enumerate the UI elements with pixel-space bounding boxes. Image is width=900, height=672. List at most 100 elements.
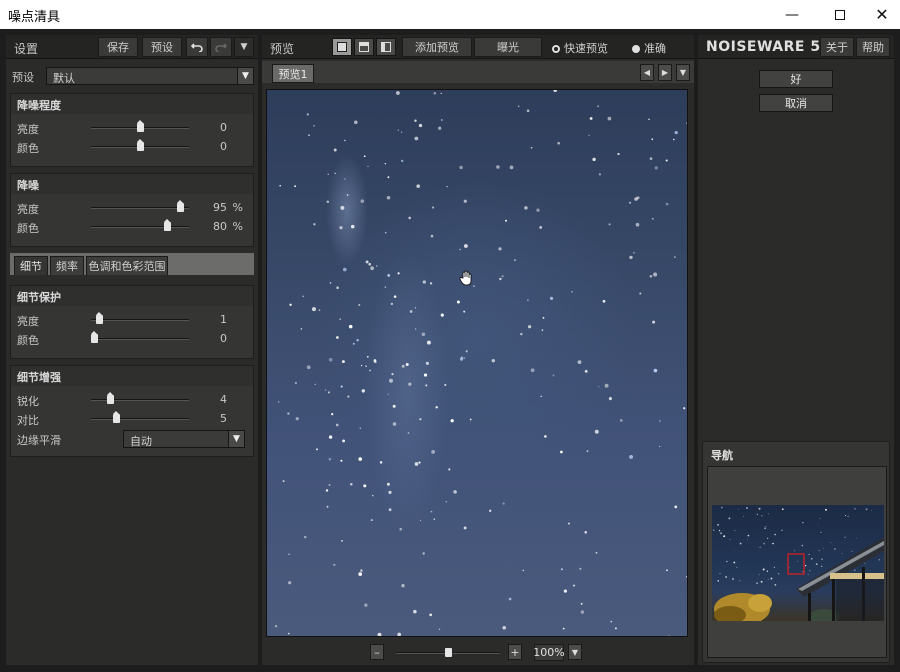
noise-reduction-luminance-slider[interactable] [91,200,189,212]
presets-button[interactable]: 预设 [142,37,182,57]
star [465,350,468,353]
prev-tab-button[interactable]: ◀ [640,64,654,81]
preset-dropdown[interactable]: 默认 ▼ [46,67,254,85]
redo-button[interactable] [210,37,232,57]
star [683,407,686,410]
star [408,382,412,386]
detail-protection-color-slider[interactable] [91,331,189,343]
next-tab-button[interactable]: ▶ [658,64,672,81]
slider-label: 锐化 [17,395,39,408]
star [549,296,554,300]
slider-thumb[interactable] [164,219,171,231]
star [830,542,832,544]
split-horizontal-icon [359,42,369,52]
star [313,125,315,127]
star [287,412,290,415]
star [686,575,687,578]
navigator-thumbnail[interactable] [712,505,884,621]
preview-toolbar: 预览 添加预览 曝光 快速预览 准确 [262,35,694,59]
brand-logo: NOISEWARE 5 [706,39,821,55]
minus-icon: – [374,645,380,659]
star [444,383,447,387]
tab-detail[interactable]: 细节 [14,256,48,275]
star [473,285,475,287]
accurate-label: 准确 [644,42,666,55]
split-horizontal-button[interactable] [354,38,374,56]
star [747,534,750,537]
fast-preview-radio[interactable]: 快速预览 [552,40,608,56]
star [288,581,292,585]
zoom-menu-button[interactable]: ▼ [568,644,582,660]
help-button[interactable]: 帮助 [856,37,890,57]
slider-value: 4 [220,393,227,406]
undo-button[interactable] [186,37,208,57]
star [333,563,336,567]
star [418,461,421,464]
star [279,184,282,187]
star [386,482,390,486]
tab-tone-color-range[interactable]: 色调和色彩范围 [86,256,168,275]
star [820,565,823,568]
about-button[interactable]: 关于 [820,37,854,57]
close-button[interactable]: ✕ [860,0,900,29]
detail-protection-luminance-slider[interactable] [91,312,189,324]
settings-menu-button[interactable]: ▼ [234,37,254,57]
slider-thumb[interactable] [107,392,114,404]
noise-reduction-color-row: 颜色 80 % [11,218,253,236]
save-button[interactable]: 保存 [98,37,138,57]
star [306,365,311,370]
hand-cursor-icon [459,270,472,286]
preview-tabs: 预览1 ◀ ▶ ▼ [262,61,694,83]
noise-level-luminance-slider[interactable] [91,120,189,132]
maximize-button[interactable] [818,0,862,29]
zoom-value[interactable]: 100% [533,644,565,661]
zoom-out-button[interactable]: – [370,644,384,660]
minimize-button[interactable]: — [770,0,814,29]
star [597,105,600,108]
star [324,389,327,391]
split-vertical-button[interactable] [376,38,396,56]
slider-thumb[interactable] [113,411,120,423]
exposure-button[interactable]: 曝光 [474,37,542,57]
star [372,494,374,497]
tab-frequency[interactable]: 频率 [50,256,84,275]
contrast-slider[interactable] [91,411,189,423]
noise-reduction-color-slider[interactable] [91,219,189,231]
window-title: 噪点清具 [8,10,61,25]
zoom-bar: – + 100% ▼ [262,641,694,665]
zoom-in-button[interactable]: + [508,644,522,660]
slider-thumb[interactable] [91,331,98,343]
star [883,558,884,560]
navigator-frame [707,466,887,658]
ok-button[interactable]: 好 [759,70,833,88]
star [584,369,588,373]
add-preview-button[interactable]: 添加预览 [402,37,472,57]
single-view-button[interactable] [332,38,352,56]
zoom-slider[interactable] [396,648,500,657]
star [313,223,316,226]
star [834,548,836,550]
star [318,309,321,311]
star [336,286,339,290]
tab-preview-1[interactable]: 预览1 [272,64,314,83]
star [360,569,363,572]
slider-thumb[interactable] [137,120,144,132]
star [527,325,532,329]
zoom-slider-thumb[interactable] [445,648,452,657]
noise-level-color-slider[interactable] [91,139,189,151]
slider-thumb[interactable] [177,200,184,212]
star [414,136,419,141]
slider-thumb[interactable] [137,139,144,151]
preview-image[interactable] [266,89,688,637]
star [658,445,661,448]
edge-smoothing-dropdown[interactable]: 自动 ▼ [123,430,245,448]
sharpen-slider[interactable] [91,392,189,404]
star [384,163,386,165]
slider-thumb[interactable] [96,312,103,324]
slider-value: 1 [220,313,227,326]
cancel-button[interactable]: 取消 [759,94,833,112]
star [391,373,394,376]
tab-menu-button[interactable]: ▼ [676,64,690,81]
star [758,507,761,510]
accurate-radio[interactable]: 准确 [632,40,666,56]
